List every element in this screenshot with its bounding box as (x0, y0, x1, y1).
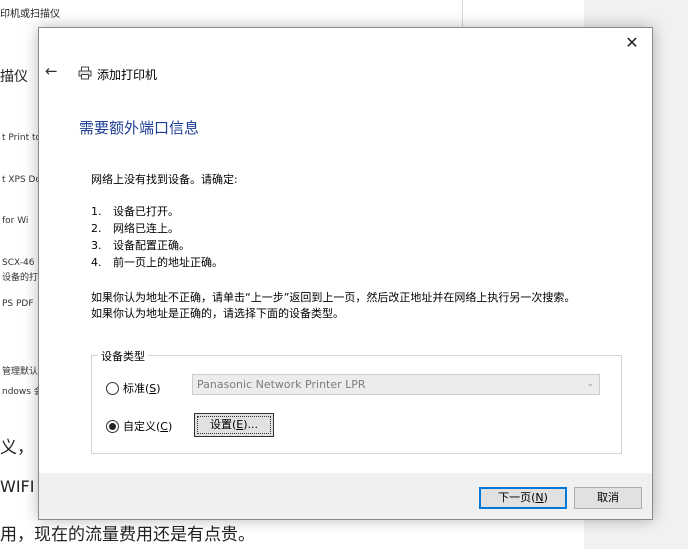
list-item: 3. 设备配置正确。 (91, 239, 190, 252)
background-document-line: WIFI (0, 477, 35, 496)
standard-device-select[interactable]: Panasonic Network Printer LPR ⌄ (192, 374, 600, 395)
background-printer-item: 管理默认 (2, 367, 39, 377)
checklist: 1. 设备已打开。 2. 网络已连上。 3. 设备配置正确。 4. 前一页上的地址正确。 (91, 203, 223, 271)
standard-radio[interactable] (106, 381, 119, 395)
background-window-title: 印机或扫描仪 (0, 9, 60, 20)
background-printer-item: for Wi (2, 216, 29, 226)
instruction-line-2: 如果你认为地址是正确的，请选择下面的设备类型。 (91, 307, 344, 320)
background-printer-item: PS PDF (2, 299, 34, 309)
instruction-paragraph: 如果你认为地址不正确，请单击“上一步”返回到上一页，然后改正地址并在网络上执行另… (91, 290, 575, 322)
custom-radio-option[interactable]: 自定义(C) (106, 418, 172, 434)
settings-button[interactable]: 设置(E)... (194, 413, 274, 437)
close-button[interactable]: ✕ (620, 32, 644, 54)
chevron-down-icon: ⌄ (586, 379, 594, 389)
custom-radio-label: 自定义(C) (123, 420, 173, 433)
standard-device-value: Panasonic Network Printer LPR (197, 378, 366, 391)
list-item: 2. 网络已连上。 (91, 222, 179, 235)
dialog-title: 添加打印机 (97, 68, 158, 82)
back-arrow-icon[interactable]: ← (45, 62, 63, 80)
background-document-line: 义， (0, 438, 34, 458)
background-document-line: 用，现在的流量费用还是有点贵。 (0, 525, 255, 545)
page-heading: 需要额外端口信息 (79, 119, 200, 137)
instruction-line-1: 如果你认为地址不正确，请单击“上一步”返回到上一页，然后改正地址并在网络上执行另… (91, 291, 576, 304)
printer-icon (78, 66, 92, 80)
background-printer-item: SCX-46 (2, 258, 35, 268)
custom-radio[interactable] (106, 419, 119, 433)
list-item: 4. 前一页上的地址正确。 (91, 256, 223, 269)
device-type-group: 设备类型 标准(S) Panasonic Network Printer LPR… (91, 348, 622, 454)
background-printer-item: 设备的打 (2, 273, 39, 283)
cancel-button[interactable]: 取消 (574, 487, 642, 509)
standard-radio-option[interactable]: 标准(S) (106, 380, 161, 396)
dialog-footer: 下一页(N) 取消 (39, 473, 652, 519)
background-printer-item: t Print to (2, 133, 41, 143)
next-button[interactable]: 下一页(N) (479, 487, 567, 509)
standard-radio-label: 标准(S) (123, 382, 161, 395)
background-printer-item: ndows 会 (2, 387, 43, 397)
background-printer-item: t XPS Do (2, 175, 41, 185)
list-item: 1. 设备已打开。 (91, 205, 179, 218)
background-heading: 描仪 (0, 69, 28, 85)
intro-text: 网络上没有找到设备。请确定: (91, 173, 238, 186)
add-printer-dialog: ✕ ← 添加打印机 需要额外端口信息 网络上没有找到设备。请确定: 1. 设备已打… (38, 27, 653, 520)
device-type-legend: 设备类型 (98, 348, 148, 364)
